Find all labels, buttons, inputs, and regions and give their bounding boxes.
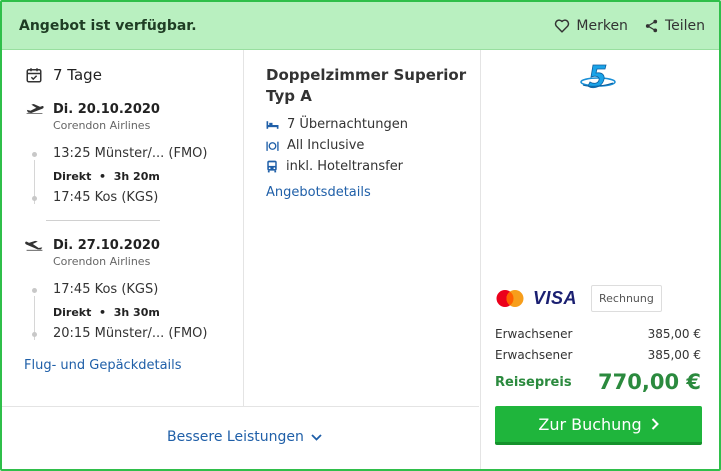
availability-text: Angebot ist verfügbar.: [19, 17, 197, 34]
outbound-departure: 13:25 Münster/... (FMO): [53, 146, 208, 161]
return-info: Direkt • 3h 30m: [53, 306, 160, 319]
duration-text: 7 Tage: [53, 66, 102, 84]
tour-operator-logo: [579, 63, 617, 97]
calendar-check-icon: [26, 68, 42, 83]
price-amount: 385,00 €: [647, 348, 701, 362]
save-button[interactable]: Merken: [554, 18, 628, 34]
better-services-label: Bessere Leistungen: [167, 429, 304, 445]
return-airline: Corendon Airlines: [53, 255, 151, 268]
return-arrival: 20:15 Münster/... (FMO): [53, 326, 208, 341]
share-label: Teilen: [664, 17, 705, 34]
price-label: Erwachsener: [495, 348, 573, 362]
trip-duration: 7 Tage: [25, 66, 102, 84]
room-features: 7 Übernachtungen All Inclusive inkl. Hot…: [266, 114, 408, 177]
price-label: Erwachsener: [495, 327, 573, 341]
feature-transfer: inkl. Hoteltransfer: [266, 156, 408, 177]
chevron-down-icon: [311, 433, 322, 441]
offer-card: Angebot ist verfügbar. Merken Teilen 7 T…: [0, 0, 721, 471]
book-button[interactable]: Zur Buchung: [495, 406, 702, 445]
mastercard-icon: [496, 290, 524, 307]
plane-departure-icon: [26, 104, 44, 114]
share-icon: [645, 19, 658, 32]
offer-details-link[interactable]: Angebotsdetails: [266, 185, 371, 200]
visa-logo: VISA: [533, 288, 578, 308]
flight-column: 7 Tage Di. 20.10.2020 Corendon Airlines …: [2, 50, 244, 406]
feature-board: All Inclusive: [266, 135, 408, 156]
outbound-info: Direkt • 3h 20m: [53, 170, 160, 183]
return-departure: 17:45 Kos (KGS): [53, 282, 159, 297]
leg-dot: [32, 196, 37, 201]
total-amount: 770,00 €: [598, 370, 701, 394]
bus-icon: [267, 160, 277, 173]
better-services-bar: Bessere Leistungen: [2, 406, 479, 469]
price-amount: 385,00 €: [647, 327, 701, 341]
plane-arrival-icon: [25, 240, 43, 251]
availability-bar: Angebot ist verfügbar. Merken Teilen: [2, 2, 719, 50]
return-flight: Di. 27.10.2020 Corendon Airlines 17:45 K…: [25, 238, 207, 341]
invoice-badge: Rechnung: [591, 285, 662, 312]
book-label: Zur Buchung: [538, 414, 642, 434]
leg-dot: [32, 288, 37, 293]
feature-nights: 7 Übernachtungen: [266, 114, 408, 135]
payment-methods: VISA Rechnung: [495, 285, 662, 312]
room-title: Doppelzimmer Superior Typ A: [266, 66, 467, 105]
share-button[interactable]: Teilen: [644, 18, 705, 34]
outbound-flight: Di. 20.10.2020 Corendon Airlines 13:25 M…: [25, 102, 207, 205]
total-label: Reisepreis: [495, 374, 572, 390]
better-services-toggle[interactable]: Bessere Leistungen: [167, 429, 322, 445]
chevron-right-icon: [651, 418, 659, 430]
flight-baggage-details-link[interactable]: Flug- und Gepäckdetails: [24, 358, 182, 373]
leg-dot: [32, 332, 37, 337]
return-date: Di. 27.10.2020: [53, 238, 160, 253]
flight-divider: [46, 220, 160, 221]
outbound-date: Di. 20.10.2020: [53, 102, 160, 117]
dining-icon: [266, 141, 279, 151]
price-row: Erwachsener 385,00 €: [495, 327, 701, 341]
heart-icon: [555, 19, 570, 33]
room-column: Doppelzimmer Superior Typ A 7 Übernachtu…: [245, 50, 479, 406]
price-row: Erwachsener 385,00 €: [495, 348, 701, 362]
total-price: Reisepreis 770,00 €: [495, 370, 701, 394]
leg-dot: [32, 152, 37, 157]
pricing-column: VISA Rechnung Erwachsener 385,00 € Erwac…: [480, 50, 719, 469]
outbound-airline: Corendon Airlines: [53, 119, 151, 132]
outbound-arrival: 17:45 Kos (KGS): [53, 190, 159, 205]
save-label: Merken: [576, 17, 628, 34]
bed-icon: [266, 120, 279, 129]
